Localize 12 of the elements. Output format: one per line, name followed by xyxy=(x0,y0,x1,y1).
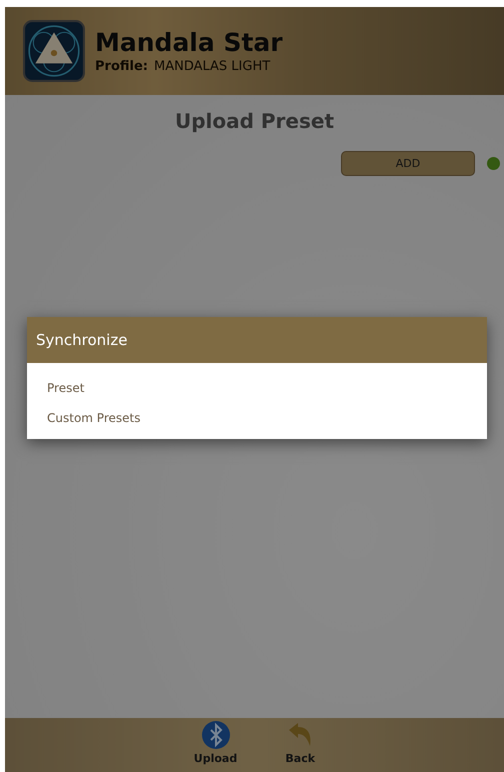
mandala-logo-icon xyxy=(23,20,85,82)
app-title: Mandala Star xyxy=(95,28,283,57)
dialog-title: Synchronize xyxy=(27,317,487,363)
profile-label: Profile: xyxy=(95,59,148,74)
dialog-option[interactable]: Custom Presets xyxy=(27,403,487,433)
toolbar-button[interactable]: Back xyxy=(279,718,322,772)
add-button[interactable]: ADD xyxy=(341,151,475,176)
toolbar-button[interactable]: Upload xyxy=(188,718,244,772)
dialog-option[interactable]: Preset xyxy=(27,373,487,403)
bluetooth-icon xyxy=(200,720,230,750)
profile-name: MANDALAS LIGHT xyxy=(154,59,270,74)
page-title: Upload Preset xyxy=(174,109,334,133)
